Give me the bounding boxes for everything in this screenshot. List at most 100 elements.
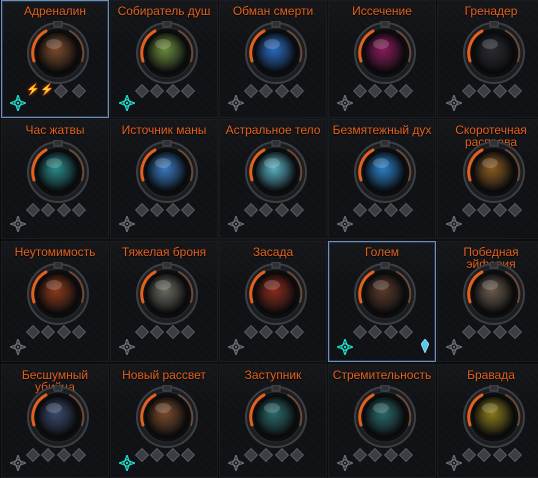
rank-pips [25, 324, 87, 340]
empty-rank-icon [165, 202, 180, 218]
empty-rank-icon [274, 202, 289, 218]
empty-rank-icon [398, 202, 414, 218]
ability-slot[interactable]: Скоротечная расправа [437, 119, 538, 239]
ability-name: Час жатвы [25, 123, 85, 137]
ability-name: Стремительность [332, 368, 432, 382]
empty-rank-icon [150, 202, 165, 218]
ability-icon[interactable] [135, 385, 199, 449]
empty-rank-icon [477, 324, 492, 340]
ability-name: Источник маны [121, 123, 207, 137]
rune-icon[interactable] [443, 336, 465, 358]
empty-rank-icon [41, 202, 56, 218]
ability-icon[interactable] [244, 385, 308, 449]
rune-icon[interactable] [334, 92, 356, 114]
ability-slot[interactable]: Обман смерти [219, 0, 327, 118]
active-rune-icon[interactable] [116, 452, 138, 474]
rune-icon[interactable] [7, 336, 29, 358]
ability-slot[interactable]: Бравада [437, 364, 538, 478]
ability-slot[interactable]: Голем [328, 241, 436, 362]
rank-pips [461, 202, 523, 218]
ability-icon[interactable] [353, 140, 417, 204]
ability-icon[interactable] [353, 262, 417, 326]
empty-rank-icon [134, 324, 150, 340]
rune-icon[interactable] [443, 92, 465, 114]
rune-icon[interactable] [334, 213, 356, 235]
ability-slot[interactable]: Собиратель душ [110, 0, 218, 118]
rune-icon[interactable] [225, 213, 247, 235]
empty-rank-icon [383, 202, 398, 218]
ability-icon[interactable] [244, 140, 308, 204]
ability-icon[interactable] [26, 21, 90, 85]
rune-icon[interactable] [116, 213, 138, 235]
rune-icon[interactable] [7, 452, 29, 474]
empty-rank-icon [259, 202, 274, 218]
ability-slot[interactable]: Заступник [219, 364, 327, 478]
ability-icon[interactable] [462, 21, 526, 85]
ability-icon[interactable] [353, 21, 417, 85]
empty-rank-icon [25, 324, 41, 340]
empty-rank-icon [243, 83, 259, 99]
empty-rank-icon [243, 202, 259, 218]
ability-name: Голем [364, 245, 400, 259]
ability-slot[interactable]: Источник маны [110, 119, 218, 239]
rank-pips [134, 83, 196, 99]
active-rune-icon[interactable] [116, 92, 138, 114]
rune-icon[interactable] [116, 336, 138, 358]
ability-name: Безмятежный дух [332, 123, 432, 137]
ability-slot[interactable]: Засада [219, 241, 327, 362]
ability-icon[interactable] [462, 385, 526, 449]
ability-icon[interactable] [26, 262, 90, 326]
ability-icon[interactable] [244, 262, 308, 326]
ability-icon[interactable] [135, 140, 199, 204]
empty-rank-icon [71, 447, 87, 463]
ability-icon[interactable] [462, 140, 526, 204]
rune-icon[interactable] [334, 452, 356, 474]
rune-icon[interactable] [225, 336, 247, 358]
ability-icon[interactable] [135, 262, 199, 326]
empty-rank-icon [352, 83, 368, 99]
rank-pips [243, 202, 305, 218]
empty-rank-icon [383, 83, 398, 99]
ability-slot[interactable]: Тяжелая броня [110, 241, 218, 362]
ability-slot[interactable]: Стремительность [328, 364, 436, 478]
empty-rank-icon [352, 447, 368, 463]
empty-rank-icon [461, 324, 477, 340]
rune-icon[interactable] [443, 213, 465, 235]
ability-slot[interactable]: Час жатвы [1, 119, 109, 239]
empty-rank-icon [165, 83, 180, 99]
ability-name: Обман смерти [232, 4, 314, 18]
rune-icon[interactable] [225, 452, 247, 474]
rank-pips [352, 447, 414, 463]
rune-icon[interactable] [7, 213, 29, 235]
active-rune-icon[interactable] [334, 336, 356, 358]
ability-slot[interactable]: Неутомимость [1, 241, 109, 362]
ability-icon[interactable] [244, 21, 308, 85]
empty-rank-icon [71, 324, 87, 340]
ability-slot[interactable]: Иссечение [328, 0, 436, 118]
empty-rank-icon [274, 83, 289, 99]
empty-rank-icon [53, 83, 69, 99]
ability-slot[interactable]: Адреналин ⚡ ⚡ [1, 0, 109, 118]
ability-slot[interactable]: Новый рассвет [110, 364, 218, 478]
ability-icon[interactable] [26, 140, 90, 204]
empty-rank-icon [383, 324, 398, 340]
ability-icon[interactable] [353, 385, 417, 449]
ability-slot[interactable]: Астральное тело [219, 119, 327, 239]
rank-pips [25, 202, 87, 218]
empty-rank-icon [150, 447, 165, 463]
ability-slot[interactable]: Бесшумный убийца [1, 364, 109, 478]
empty-rank-icon [180, 202, 196, 218]
active-rune-icon[interactable] [7, 92, 29, 114]
empty-rank-icon [134, 202, 150, 218]
rune-icon[interactable] [443, 452, 465, 474]
empty-rank-icon [165, 447, 180, 463]
ability-name: Тяжелая броня [121, 245, 207, 259]
ability-icon[interactable] [462, 262, 526, 326]
ability-icon[interactable] [26, 385, 90, 449]
ability-slot[interactable]: Безмятежный дух [328, 119, 436, 239]
ability-slot[interactable]: Победная эйфория [437, 241, 538, 362]
ability-slot[interactable]: Гренадер [437, 0, 538, 118]
ability-icon[interactable] [135, 21, 199, 85]
rune-icon[interactable] [225, 92, 247, 114]
ability-name: Адреналин [24, 4, 86, 18]
